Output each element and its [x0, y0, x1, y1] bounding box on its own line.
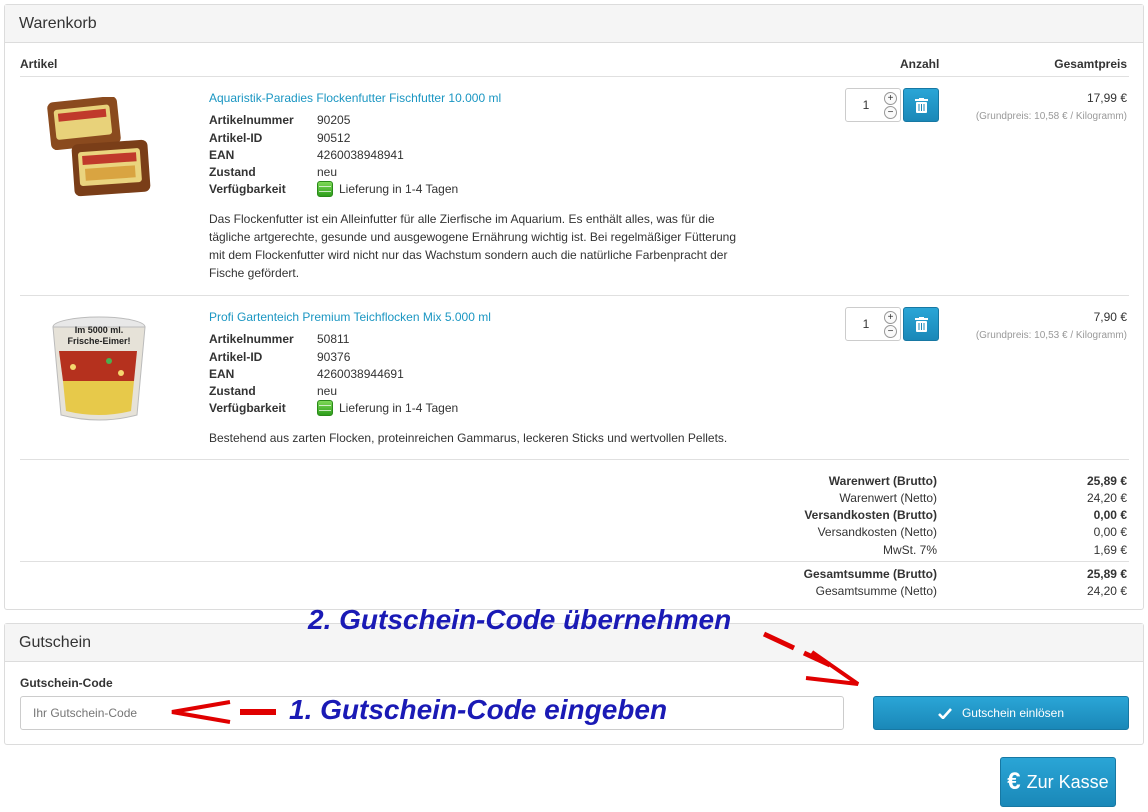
attr-label: Verfügbarkeit [209, 182, 286, 196]
item-base-price: (Grundpreis: 10,53 € / Kilogramm) [975, 330, 1127, 341]
total-label: Gesamtsumme (Netto) [815, 584, 937, 598]
header-quantity: Anzahl [900, 57, 940, 71]
attr-value: 4260038944691 [317, 367, 404, 381]
divider [20, 459, 1129, 460]
attr-value: 4260038948941 [317, 148, 404, 162]
redeem-voucher-label: Gutschein einlösen [961, 706, 1065, 720]
checkout-label: Zur Kasse [1026, 771, 1109, 792]
quantity-value[interactable]: 1 [846, 98, 886, 112]
attr-value: neu [317, 384, 338, 398]
summary-label: Warenwert (Netto) [839, 491, 937, 505]
attr-value: 50811 [317, 332, 350, 346]
summary-value: 0,00 € [1093, 508, 1127, 522]
attr-label: Artikel-ID [209, 131, 263, 145]
quantity-stepper[interactable]: 1 + − [845, 307, 901, 341]
minus-icon[interactable]: − [884, 106, 897, 119]
cart-title: Warenkorb [5, 5, 1143, 43]
annotation-step2: 2. Gutschein-Code übernehmen [308, 604, 732, 635]
attr-label: Zustand [209, 384, 256, 398]
check-icon [938, 707, 952, 719]
plus-icon[interactable]: + [884, 311, 897, 324]
image-caption-line2: Frische-Eimer! [67, 336, 130, 346]
divider [20, 76, 1129, 77]
quantity-value[interactable]: 1 [846, 317, 886, 331]
trash-icon [915, 98, 928, 113]
product-image[interactable]: Im 5000 ml. Frische-Eimer! [49, 311, 149, 423]
attr-value: 90376 [317, 350, 351, 364]
quantity-stepper[interactable]: 1 + − [845, 88, 901, 122]
annotation-arrow-icon [762, 631, 860, 686]
divider [20, 295, 1129, 296]
attr-label: Artikelnummer [209, 113, 294, 127]
header-total: Gesamtpreis [1054, 57, 1127, 71]
availability-text: Lieferung in 1-4 Tagen [339, 182, 459, 196]
summary-label: Versandkosten (Brutto) [804, 508, 937, 522]
redeem-voucher-button[interactable]: Gutschein einlösen [873, 696, 1129, 730]
annotation-arrow-icon [171, 700, 276, 724]
item-price: 7,90 € [1093, 310, 1127, 324]
attr-label: Verfügbarkeit [209, 401, 286, 415]
summary-value: 1,69 € [1093, 543, 1127, 557]
product-description: Bestehend aus zarten Flocken, proteinrei… [209, 431, 728, 445]
attr-value: 90205 [317, 113, 351, 127]
availability-text: Lieferung in 1-4 Tagen [339, 401, 459, 415]
divider [20, 561, 1129, 562]
attr-label: Zustand [209, 165, 256, 179]
product-image[interactable] [45, 97, 155, 202]
checkout-button[interactable]: € Zur Kasse [1000, 757, 1116, 807]
attr-value: neu [317, 165, 338, 179]
summary-value: 25,89 € [1086, 474, 1127, 488]
summary-value: 0,00 € [1093, 525, 1127, 539]
summary-value: 24,20 € [1086, 491, 1127, 505]
euro-icon: € [1007, 768, 1021, 795]
product-description: Das Flockenfutter ist ein Alleinfutter f… [209, 212, 736, 280]
summary-label: MwSt. 7% [882, 543, 937, 557]
total-label: Gesamtsumme (Brutto) [803, 567, 937, 581]
availability-icon [317, 181, 333, 197]
availability: Lieferung in 1-4 Tagen [317, 181, 458, 197]
cart-panel: Warenkorb Artikel Anzahl Gesamtpreis Aqu… [4, 4, 1144, 610]
attr-label: EAN [209, 367, 235, 381]
annotation-step1: 1. Gutschein-Code eingeben [289, 694, 668, 725]
availability: Lieferung in 1-4 Tagen [317, 400, 458, 416]
product-link[interactable]: Aquaristik-Paradies Flockenfutter Fischf… [209, 91, 501, 105]
availability-icon [317, 400, 333, 416]
trash-icon [915, 317, 928, 332]
minus-icon[interactable]: − [884, 325, 897, 338]
attr-label: Artikel-ID [209, 350, 263, 364]
total-value: 24,20 € [1086, 584, 1127, 598]
product-link[interactable]: Profi Gartenteich Premium Teichflocken M… [209, 310, 491, 324]
item-base-price: (Grundpreis: 10,58 € / Kilogramm) [975, 111, 1127, 122]
attr-value: 90512 [317, 131, 351, 145]
total-value: 25,89 € [1086, 567, 1127, 581]
attr-label: Artikelnummer [209, 332, 294, 346]
image-caption-line1: Im 5000 ml. [75, 325, 124, 335]
attr-label: EAN [209, 148, 235, 162]
summary-label: Warenwert (Brutto) [828, 474, 937, 488]
remove-item-button[interactable] [903, 88, 939, 122]
item-price: 17,99 € [1086, 91, 1127, 105]
summary-label: Versandkosten (Netto) [817, 525, 937, 539]
remove-item-button[interactable] [903, 307, 939, 341]
plus-icon[interactable]: + [884, 92, 897, 105]
header-article: Artikel [20, 57, 58, 71]
voucher-field-label: Gutschein-Code [20, 676, 113, 690]
